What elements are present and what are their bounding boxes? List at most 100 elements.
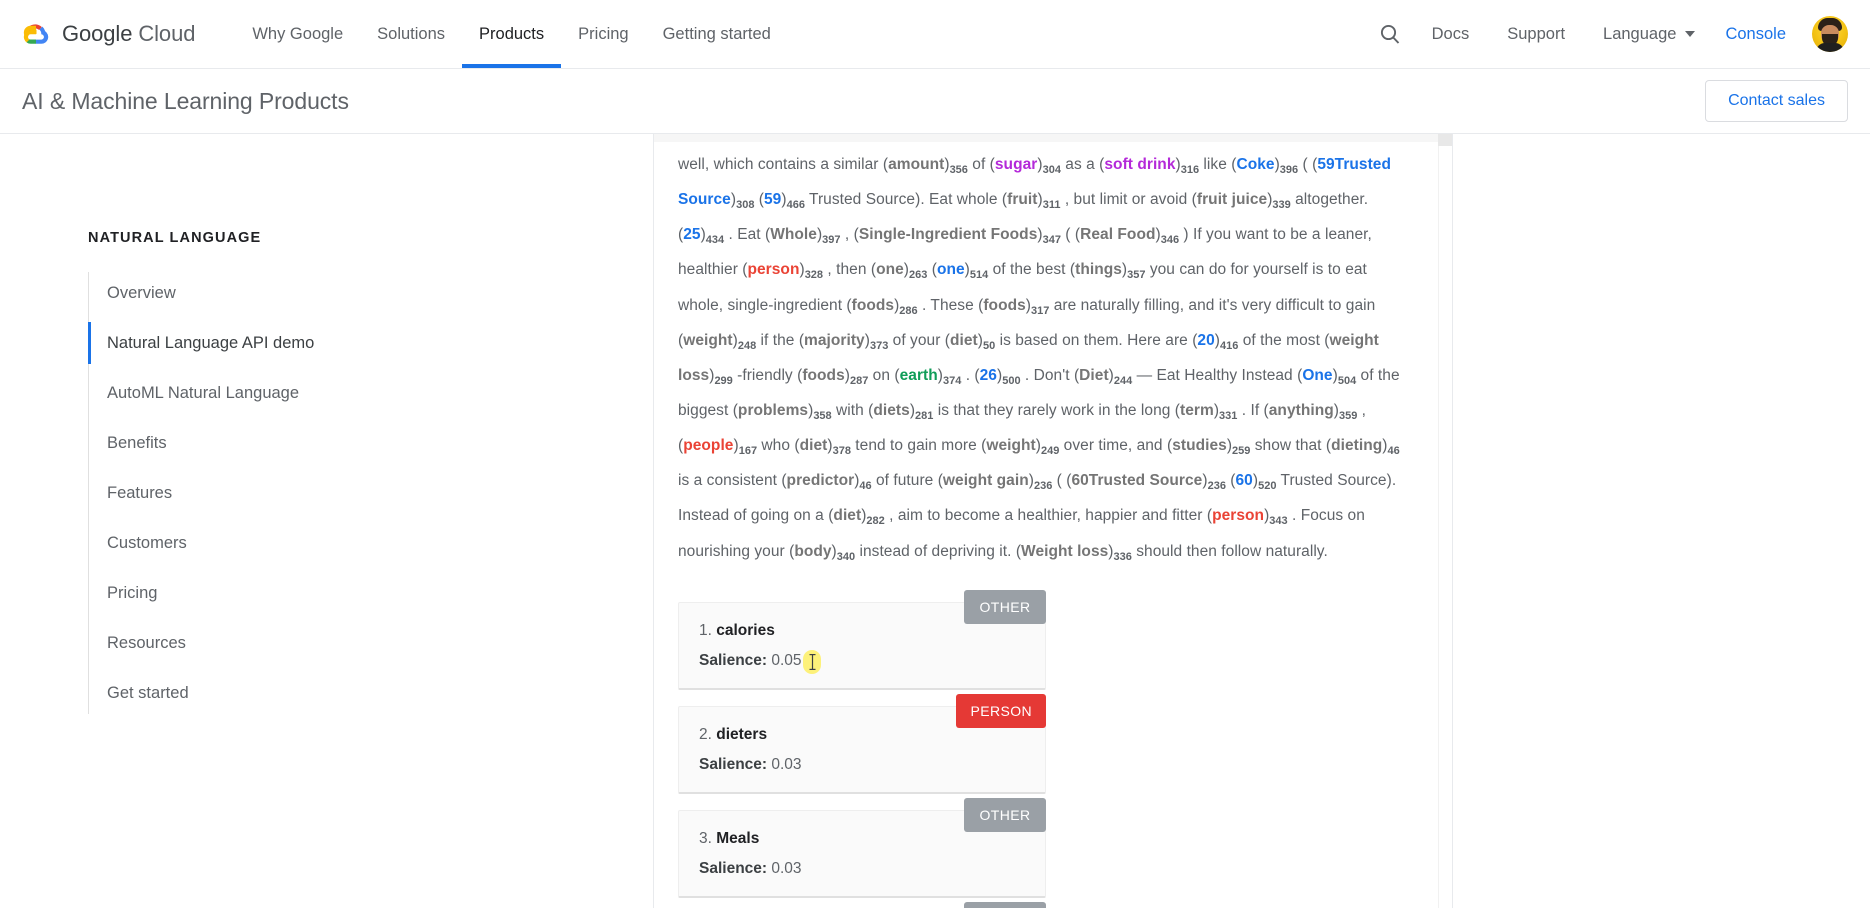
entity-mention[interactable]: (body)340 <box>789 543 855 563</box>
entity-mention[interactable]: (diet)50 <box>945 332 996 352</box>
contact-sales-button[interactable]: Contact sales <box>1705 80 1848 122</box>
entity-mention[interactable]: (Real Food)346 <box>1075 226 1179 246</box>
entity-mention[interactable]: (predictor)46 <box>781 472 871 492</box>
entity-mention[interactable]: (diet)282 <box>828 507 885 527</box>
nav-link-docs[interactable]: Docs <box>1413 0 1489 68</box>
nav-link-pricing[interactable]: Pricing <box>561 0 645 68</box>
chevron-down-icon <box>1685 31 1696 37</box>
sidebar-item-pricing[interactable]: Pricing <box>89 572 653 614</box>
entity-mention[interactable]: (one)263 <box>871 261 928 281</box>
entity-mention[interactable]: (soft drink)316 <box>1099 156 1199 176</box>
sidebar-item-benefits[interactable]: Benefits <box>89 422 653 464</box>
entity-mention[interactable]: (diet)378 <box>794 437 851 457</box>
entity-mention[interactable]: (foods)317 <box>978 297 1049 317</box>
entity-mention[interactable]: (foods)287 <box>797 367 868 387</box>
entity-mention[interactable]: (person)343 <box>1207 507 1288 527</box>
entity-mention[interactable]: (majority)373 <box>799 332 889 352</box>
plain-text-run: -friendly <box>732 366 798 384</box>
plain-text-run: well, which contains a similar <box>678 156 883 173</box>
sidebar-item-automl-natural-language[interactable]: AutoML Natural Language <box>89 372 653 414</box>
entity-offset: 331 <box>1219 409 1238 422</box>
entity-label: fruit <box>1007 191 1038 209</box>
entity-mention[interactable]: (Coke)396 <box>1231 156 1298 176</box>
plain-text-run: of the best <box>988 261 1070 279</box>
entity-label: weight gain <box>942 472 1029 490</box>
nav-link-getting-started[interactable]: Getting started <box>646 0 788 68</box>
entity-card[interactable]: OTHER 1. calories Salience: 0.05 <box>678 589 1046 690</box>
avatar[interactable] <box>1812 16 1848 52</box>
entity-offset: 281 <box>915 409 934 422</box>
entity-mention[interactable]: (foods)286 <box>846 297 917 317</box>
sidebar-item-overview[interactable]: Overview <box>89 272 653 314</box>
entity-label: Real Food <box>1080 226 1156 244</box>
entity-rank: 3. <box>699 829 717 847</box>
entity-mention[interactable]: (diets)281 <box>868 402 934 422</box>
entity-name-row: 3. Meals <box>699 830 1025 848</box>
entity-name-row: 1. calories <box>699 622 1025 640</box>
demo-scroll-area[interactable]: well, which contains a similar (amount)3… <box>654 134 1438 908</box>
plain-text-run: who <box>757 437 795 455</box>
entity-mention[interactable]: (term)331 <box>1175 401 1238 422</box>
console-link[interactable]: Console <box>1709 25 1802 44</box>
entity-mention[interactable]: (one)514 <box>932 261 989 281</box>
entity-mention[interactable]: (fruit)311 <box>1002 191 1061 211</box>
entity-mention[interactable]: (26)500 <box>974 367 1020 387</box>
entity-mention[interactable]: (things)357 <box>1070 261 1146 281</box>
entity-mention[interactable]: (One)504 <box>1297 367 1356 387</box>
entity-label: term <box>1180 401 1214 419</box>
entity-mention[interactable]: (dieting)46 <box>1326 437 1400 457</box>
scrollbar-thumb[interactable] <box>1438 134 1452 146</box>
entity-mention[interactable]: (Diet)244 <box>1074 367 1132 387</box>
entity-card[interactable]: PERSON 2. dieters Salience: 0.03 <box>678 693 1046 794</box>
plain-text-run: of your <box>888 331 945 349</box>
entity-label: person <box>1212 507 1265 525</box>
entity-offset: 50 <box>982 339 996 352</box>
entity-name-row: 2. dieters <box>699 726 1025 744</box>
entity-mention[interactable]: (60)520 <box>1230 472 1276 492</box>
entity-label: dieting <box>1331 437 1383 455</box>
nav-link-solutions[interactable]: Solutions <box>360 0 462 68</box>
entity-mention[interactable]: (weight)249 <box>981 437 1059 457</box>
sidebar-item-resources[interactable]: Resources <box>89 622 653 664</box>
plain-text-run: should then follow naturally. <box>1131 542 1328 560</box>
nav-link-support[interactable]: Support <box>1488 0 1584 68</box>
entity-mention[interactable]: (sugar)304 <box>990 156 1061 176</box>
sidebar-item-customers[interactable]: Customers <box>89 522 653 564</box>
sidebar-item-natural-language-api-demo[interactable]: Natural Language API demo <box>88 322 653 364</box>
entity-mention[interactable]: (60Trusted Source)236 <box>1066 472 1226 493</box>
entity-mention[interactable]: (Whole)397 <box>765 226 841 246</box>
search-icon[interactable] <box>1367 0 1413 68</box>
language-selector[interactable]: Language <box>1584 0 1709 68</box>
plain-text-run: tend to gain more <box>850 437 982 455</box>
page-body: NATURAL LANGUAGE Overview Natural Langua… <box>0 134 1870 908</box>
entity-offset: 347 <box>1042 234 1061 247</box>
nav-link-why-google[interactable]: Why Google <box>235 0 360 68</box>
google-cloud-brand[interactable]: Google Cloud <box>22 21 195 47</box>
entity-mention[interactable]: (people)167 <box>678 437 757 457</box>
entity-mention[interactable]: (person)328 <box>742 261 824 282</box>
entity-mention[interactable]: (Single-Ingredient Foods)347 <box>854 226 1061 247</box>
entity-mention[interactable]: (weight gain)236 <box>938 472 1053 492</box>
entity-mention[interactable]: (studies)259 <box>1167 437 1250 457</box>
sidebar-item-features[interactable]: Features <box>89 472 653 514</box>
entity-mention[interactable]: (earth)374 <box>894 366 961 387</box>
entity-card[interactable]: OTHER 3. Meals Salience: 0.03 <box>678 797 1046 898</box>
entity-label: earth <box>899 366 938 384</box>
sidebar-item-get-started[interactable]: Get started <box>89 672 653 714</box>
entity-offset: 236 <box>1207 480 1226 493</box>
entity-mention[interactable]: (fruit juice)339 <box>1192 191 1291 211</box>
language-label: Language <box>1603 24 1677 43</box>
entity-mention[interactable]: (59)466 <box>759 191 805 211</box>
entity-mention[interactable]: (anything)359 <box>1264 402 1358 422</box>
entity-mention[interactable]: (weight)248 <box>678 332 756 352</box>
demo-vertical-scrollbar[interactable] <box>1438 134 1452 908</box>
entity-mention[interactable]: (Weight loss)336 <box>1016 543 1132 563</box>
plain-text-run: . <box>961 366 975 384</box>
entity-label: fruit juice <box>1196 191 1268 209</box>
nav-link-products[interactable]: Products <box>462 0 562 68</box>
entity-mention[interactable]: (problems)358 <box>733 402 832 422</box>
entity-offset: 328 <box>804 269 824 282</box>
entity-mention[interactable]: (25)434 <box>678 226 724 246</box>
entity-mention[interactable]: (20)416 <box>1192 332 1238 352</box>
entity-mention[interactable]: (amount)356 <box>883 156 968 176</box>
